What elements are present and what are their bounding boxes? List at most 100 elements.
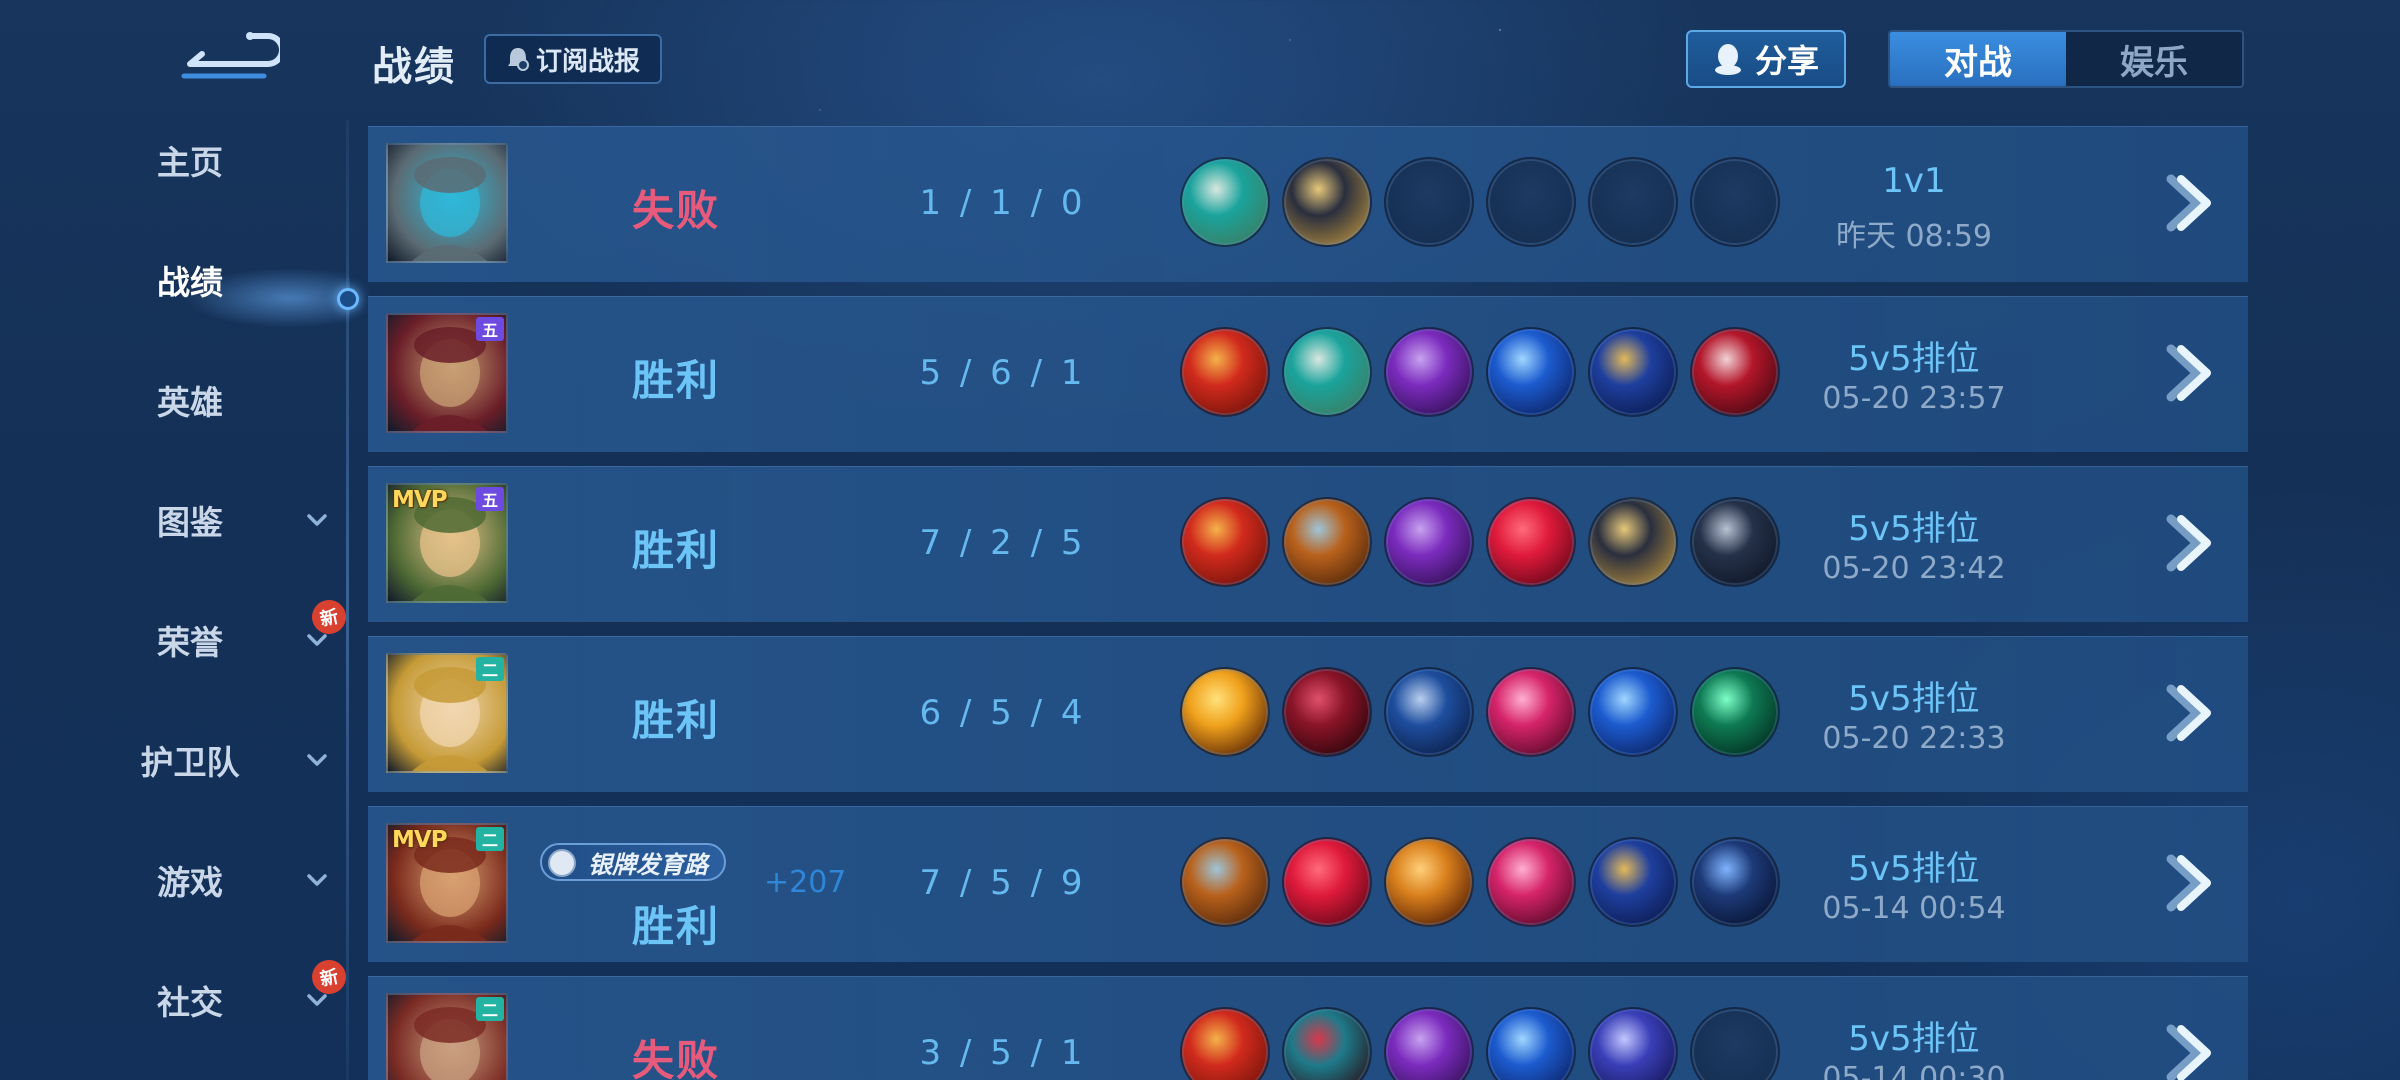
share-button[interactable]: 分享 [1686,30,1846,88]
game-mode: 5v5排位 [1848,509,1980,549]
sidebar-item-label: 游戏 [157,863,223,902]
item-bow-blue-icon [1690,837,1780,927]
match-row[interactable]: 二胜利 6 / 5 / 4 5v5排位 05-20 22:33 [368,636,2248,792]
sidebar-item-label: 荣誉 [157,623,223,662]
equipment-items [1180,157,1780,247]
page-title: 战绩 [372,44,456,90]
match-row[interactable]: 失败 1 / 1 / 0 1v1 昨天 08:59 [368,126,2248,282]
sidebar-item-label: 社交 [157,983,223,1022]
empty-item-slot [1690,157,1780,247]
kda-score: 7 / 5 / 9 [919,863,1087,903]
item-armor-red-icon [1282,1007,1372,1080]
item-axe-red-icon [1180,1007,1270,1080]
equipment-items [1180,667,1780,757]
match-result: 失败 [631,1036,720,1080]
match-time: 05-14 00:54 [1822,891,2006,926]
kda-score: 7 / 2 / 5 [919,523,1087,563]
match-time: 昨天 08:59 [1836,219,1992,254]
kda-score: 6 / 5 / 4 [919,693,1087,733]
item-claw-red-icon [1690,327,1780,417]
item-boots-blue-icon [1384,667,1474,757]
chevron-right-icon[interactable] [2163,1023,2215,1080]
chevron-down-icon [307,754,327,766]
item-blade-gold-icon [1384,837,1474,927]
sidebar-item-label: 英雄 [157,383,223,422]
sidebar-item-encyclopedia[interactable]: 图鉴 [0,480,350,560]
lane-icon [548,849,576,877]
kda-score: 1 / 1 / 0 [919,183,1087,223]
chevron-right-icon[interactable] [2163,343,2215,403]
sidebar-item-heroes[interactable]: 英雄 [0,360,350,440]
hero-portrait: 二 [386,653,508,773]
match-row[interactable]: 五胜利 5 / 6 / 1 5v5排位 05-20 23:57 [368,296,2248,452]
mvp-tag: MVP [392,487,448,513]
chevron-down-icon [307,874,327,886]
empty-item-slot [1486,157,1576,247]
game-mode: 5v5排位 [1848,679,1980,719]
chevron-right-icon[interactable] [2163,173,2215,233]
item-arrow-pink-icon [1486,667,1576,757]
match-result: 胜利 [631,902,720,951]
lane-rank-label: 银牌发育路 [588,850,708,879]
equipment-items [1180,1007,1780,1080]
match-result: 胜利 [631,356,720,405]
sidebar: 主页战绩英雄图鉴荣誉新护卫队游戏社交新 [0,120,350,1080]
item-axe-purple-icon [1384,497,1474,587]
rank-badge: 二 [476,657,504,681]
kda-score: 3 / 5 / 1 [919,1033,1087,1073]
match-time: 05-14 00:30 [1822,1061,2006,1080]
item-trident-blue-icon [1588,837,1678,927]
back-arrow-icon[interactable] [180,30,280,82]
subscribe-report-button[interactable]: 订阅战报 [484,34,662,84]
rank-badge: 二 [476,827,504,851]
item-dagger-green-icon [1690,667,1780,757]
sidebar-item-records[interactable]: 战绩 [0,240,350,320]
sidebar-item-guard-team[interactable]: 护卫队 [0,720,350,800]
item-spear-purple-icon [1588,1007,1678,1080]
chevron-right-icon[interactable] [2163,853,2215,913]
hero-portrait: 五 [386,313,508,433]
item-spear-blue-icon [1486,1007,1576,1080]
mvp-tag: MVP [392,827,448,853]
item-trident-blue-icon [1588,327,1678,417]
sidebar-item-games[interactable]: 游戏 [0,840,350,920]
sidebar-item-home[interactable]: 主页 [0,120,350,200]
chevron-right-icon[interactable] [2163,513,2215,573]
item-arrow-pink-icon [1486,837,1576,927]
hero-silhouette [412,157,488,261]
sidebar-item-honor[interactable]: 荣誉新 [0,596,350,680]
rank-badge: 二 [476,997,504,1021]
points-gain: +207 [764,865,847,900]
empty-item-slot [1690,1007,1780,1080]
item-armor-gold-icon [1588,497,1678,587]
lane-rank-badge: 银牌发育路 [540,843,726,881]
match-result: 胜利 [631,526,720,575]
sidebar-item-label: 护卫队 [140,743,240,782]
item-spear-dark-icon [1690,497,1780,587]
match-row[interactable]: MVP 五胜利 7 / 2 / 5 5v5排位 05-20 23:42 [368,466,2248,622]
match-row[interactable]: MVP 二银牌发育路 +207 胜利 7 / 5 / 9 5v5排位 05-14 00:54 [368,806,2248,962]
equipment-items [1180,837,1780,927]
item-wings-red-icon [1486,497,1576,587]
mode-tabs: 对战 娱乐 [1888,30,2244,88]
sidebar-item-social[interactable]: 社交新 [0,956,350,1040]
chevron-down-icon [307,514,327,526]
match-time: 05-20 23:57 [1822,381,2006,416]
chevron-right-icon[interactable] [2163,683,2215,743]
match-result: 胜利 [631,696,720,745]
match-result: 失败 [631,186,720,235]
hero-portrait: MVP 二 [386,823,508,943]
rank-badge: 五 [476,487,504,511]
game-mode: 5v5排位 [1848,849,1980,889]
item-spear-blue-icon [1588,667,1678,757]
item-axe-purple-icon [1384,327,1474,417]
tab-battle[interactable]: 对战 [1890,32,2066,86]
equipment-items [1180,327,1780,417]
match-row[interactable]: 二失败 3 / 5 / 1 5v5排位 05-14 00:30 [368,976,2248,1080]
equipment-items [1180,497,1780,587]
qq-penguin-icon [1714,44,1741,75]
item-spear-blue-icon [1486,327,1576,417]
tab-entertainment[interactable]: 娱乐 [2066,32,2242,86]
empty-item-slot [1384,157,1474,247]
item-wings-red-icon [1282,837,1372,927]
